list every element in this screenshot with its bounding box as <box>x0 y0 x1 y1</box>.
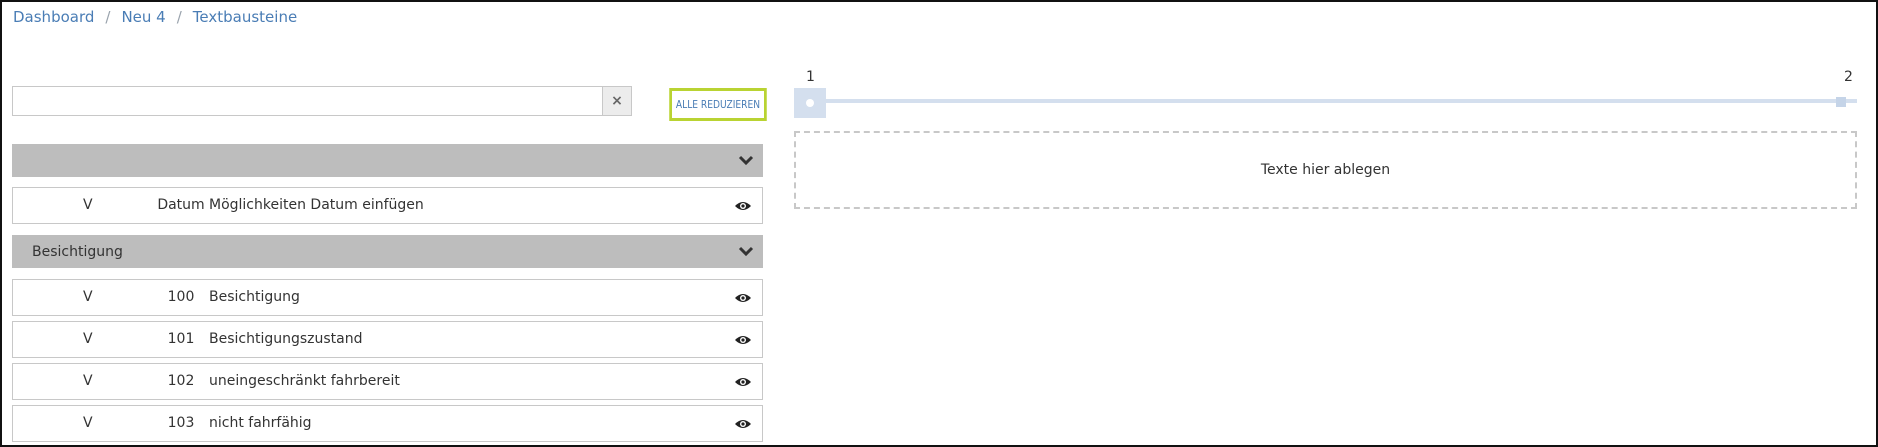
slider-handle[interactable] <box>794 88 826 118</box>
item-type: V <box>83 373 93 389</box>
item-text: uneingeschränkt fahrbereit <box>209 373 400 389</box>
eye-icon[interactable] <box>734 333 752 347</box>
item-text: Besichtigungszustand <box>209 331 363 347</box>
list-item[interactable]: V 103 nicht fahrfähig <box>12 405 763 442</box>
search-box: × <box>12 86 632 116</box>
item-type: V <box>83 331 93 347</box>
drop-zone-label: Texte hier ablegen <box>1260 162 1391 178</box>
list-item[interactable]: V 101 Besichtigungszustand <box>12 321 763 358</box>
eye-icon[interactable] <box>734 417 752 431</box>
chevron-down-icon[interactable] <box>737 151 755 169</box>
slider-end-marker <box>1836 97 1846 107</box>
list-item[interactable]: V Datum Möglichkeiten Datum einfügen <box>12 187 763 224</box>
group-header[interactable]: Besichtigung <box>12 235 763 268</box>
slider-max-label: 2 <box>1844 69 1853 85</box>
close-icon[interactable]: × <box>602 86 632 116</box>
slider-min-label: 1 <box>806 69 815 85</box>
item-text: Möglichkeiten Datum einfügen <box>209 197 424 213</box>
breadcrumb-neu-4[interactable]: Neu 4 <box>121 8 165 26</box>
slider-handle-dot <box>806 99 814 107</box>
item-text: Besichtigung <box>209 289 300 305</box>
group-title: Besichtigung <box>32 243 123 260</box>
slider-track[interactable] <box>794 99 1857 103</box>
eye-icon[interactable] <box>734 375 752 389</box>
list-item[interactable]: V 102 uneingeschränkt fahrbereit <box>12 363 763 400</box>
eye-icon[interactable] <box>734 291 752 305</box>
item-type: V <box>83 415 93 431</box>
eye-icon[interactable] <box>734 199 752 213</box>
breadcrumb-textbausteine: Textbausteine <box>192 8 298 26</box>
item-type: V <box>83 289 93 305</box>
breadcrumb-separator: / <box>105 8 111 26</box>
item-type: V <box>83 197 93 213</box>
breadcrumb: Dashboard / Neu 4 / Textbausteine <box>13 8 297 26</box>
breadcrumb-separator: / <box>176 8 182 26</box>
collapse-all-button[interactable]: ALLE REDUZIEREN <box>669 88 767 121</box>
group-header[interactable] <box>12 144 763 177</box>
breadcrumb-dashboard[interactable]: Dashboard <box>13 8 94 26</box>
chevron-down-icon[interactable] <box>737 242 755 260</box>
item-text: nicht fahrfähig <box>209 415 312 431</box>
drop-zone[interactable]: Texte hier ablegen <box>794 131 1857 209</box>
search-input[interactable] <box>12 86 602 116</box>
list-item[interactable]: V 100 Besichtigung <box>12 279 763 316</box>
